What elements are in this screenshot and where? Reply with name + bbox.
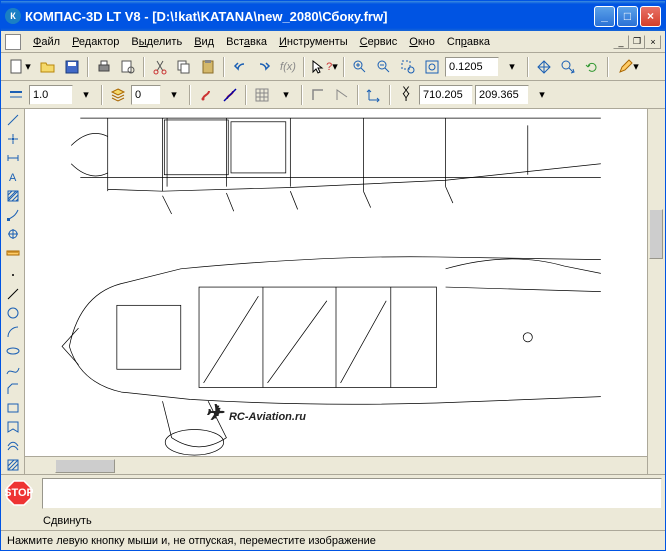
drawing-canvas[interactable]: ✈ RC-Aviation.ru xyxy=(25,109,647,456)
open-button[interactable] xyxy=(37,56,59,78)
chamfer-button[interactable] xyxy=(3,380,23,398)
polar-button[interactable] xyxy=(331,84,353,106)
workspace: A xyxy=(1,109,665,474)
edit-nodes-button[interactable] xyxy=(3,206,23,224)
zoom-out-button[interactable] xyxy=(373,56,395,78)
params-button[interactable] xyxy=(3,225,23,243)
copy-button[interactable] xyxy=(173,56,195,78)
snap-off-button[interactable] xyxy=(219,84,241,106)
status-text: Нажмите левую кнопку мыши и, не отпуская… xyxy=(7,535,376,547)
menu-select[interactable]: Выделить xyxy=(125,34,188,50)
geom-line-button[interactable] xyxy=(3,111,23,129)
menu-insert[interactable]: Вставка xyxy=(220,34,273,50)
cursor-button[interactable]: ?▾ xyxy=(309,56,339,78)
menubar: Файл Редактор Выделить Вид Вставка Инстр… xyxy=(1,31,665,53)
zoom-input[interactable] xyxy=(445,57,499,77)
menu-window[interactable]: Окно xyxy=(403,34,441,50)
dimension-button[interactable] xyxy=(3,149,23,167)
zoom-in-button[interactable] xyxy=(349,56,371,78)
offset-tool-button[interactable] xyxy=(3,437,23,455)
edit-mode-button[interactable]: ▾ xyxy=(613,56,643,78)
new-button[interactable]: ▾ xyxy=(5,56,35,78)
grid-dropdown[interactable]: ▾ xyxy=(275,84,297,106)
menu-service[interactable]: Сервис xyxy=(354,34,404,50)
pan-button[interactable] xyxy=(533,56,555,78)
preview-button[interactable] xyxy=(117,56,139,78)
measure-button[interactable] xyxy=(3,244,23,262)
paste-button[interactable] xyxy=(197,56,219,78)
mdi-close-button[interactable]: × xyxy=(645,35,661,49)
statusbar: Нажмите левую кнопку мыши и, не отпуская… xyxy=(1,530,665,550)
ortho-button[interactable] xyxy=(307,84,329,106)
menu-view[interactable]: Вид xyxy=(188,34,220,50)
svg-text:A: A xyxy=(9,172,17,184)
zoom-window-button[interactable] xyxy=(397,56,419,78)
maximize-button[interactable]: □ xyxy=(617,6,638,27)
titlebar: К КОМПАС-3D LT V8 - [D:\!kat\KATANA\new_… xyxy=(1,1,665,31)
arc-tool-button[interactable] xyxy=(3,323,23,341)
command-input-area[interactable] xyxy=(42,478,662,509)
v-scrollbar[interactable] xyxy=(647,109,665,474)
command-panel: STOP Сдвинуть xyxy=(1,474,665,530)
coord-dropdown[interactable]: ▾ xyxy=(531,84,553,106)
grid-button[interactable] xyxy=(251,84,273,106)
rect-tool-button[interactable] xyxy=(3,399,23,417)
zoom-prev-button[interactable] xyxy=(557,56,579,78)
fx-button[interactable]: f(x) xyxy=(277,56,299,78)
tool-palette: A xyxy=(1,109,25,474)
text-button[interactable]: A xyxy=(3,168,23,186)
watermark: ✈ RC-Aviation.ru xyxy=(205,400,306,426)
redo-button[interactable] xyxy=(253,56,275,78)
geom-point-button[interactable] xyxy=(3,130,23,148)
zoom-dropdown-button[interactable]: ▾ xyxy=(501,56,523,78)
coord-y-input[interactable] xyxy=(475,85,529,105)
circle-tool-button[interactable] xyxy=(3,304,23,322)
h-scrollbar[interactable] xyxy=(25,456,647,474)
undo-button[interactable] xyxy=(229,56,251,78)
doc-icon xyxy=(5,34,21,50)
snap-toggle-button[interactable] xyxy=(195,84,217,106)
menu-tools[interactable]: Инструменты xyxy=(273,34,354,50)
hatch2-button[interactable] xyxy=(3,456,23,474)
stop-button[interactable]: STOP xyxy=(5,479,35,509)
minimize-button[interactable]: _ xyxy=(594,6,615,27)
print-button[interactable] xyxy=(93,56,115,78)
close-button[interactable]: × xyxy=(640,6,661,27)
command-hint: Сдвинуть xyxy=(43,515,92,527)
coord-x-input[interactable] xyxy=(419,85,473,105)
save-button[interactable] xyxy=(61,56,83,78)
svg-text:STOP: STOP xyxy=(5,487,33,499)
contour-tool-button[interactable] xyxy=(3,418,23,436)
hatch-button[interactable] xyxy=(3,187,23,205)
layer-dropdown[interactable]: ▾ xyxy=(163,84,185,106)
toolbar-props: ▾ ▾ ▾ XY ▾ xyxy=(1,81,665,109)
toolbar-main: ▾ f(x) ?▾ ▾ ▾ xyxy=(1,53,665,81)
spline-tool-button[interactable] xyxy=(3,361,23,379)
lcs-button[interactable] xyxy=(363,84,385,106)
lineweight-input[interactable] xyxy=(29,85,73,105)
cut-button[interactable] xyxy=(149,56,171,78)
lineweight-dropdown[interactable]: ▾ xyxy=(75,84,97,106)
app-icon: К xyxy=(5,8,21,24)
menu-edit[interactable]: Редактор xyxy=(66,34,125,50)
layer-input[interactable] xyxy=(131,85,161,105)
window-title: КОМПАС-3D LT V8 - [D:\!kat\KATANA\new_20… xyxy=(25,9,594,24)
menu-help[interactable]: Справка xyxy=(441,34,496,50)
zoom-fit-button[interactable] xyxy=(421,56,443,78)
ellipse-tool-button[interactable] xyxy=(3,342,23,360)
layer-icon[interactable] xyxy=(107,84,129,106)
mdi-minimize-button[interactable]: _ xyxy=(613,35,629,49)
linestyle-button[interactable] xyxy=(5,84,27,106)
refresh-button[interactable] xyxy=(581,56,603,78)
coord-label-icon: XY xyxy=(395,84,417,106)
menu-file[interactable]: Файл xyxy=(27,34,66,50)
mdi-restore-button[interactable]: ❐ xyxy=(629,35,645,49)
point-tool-button[interactable] xyxy=(3,266,23,284)
line-tool-button[interactable] xyxy=(3,285,23,303)
